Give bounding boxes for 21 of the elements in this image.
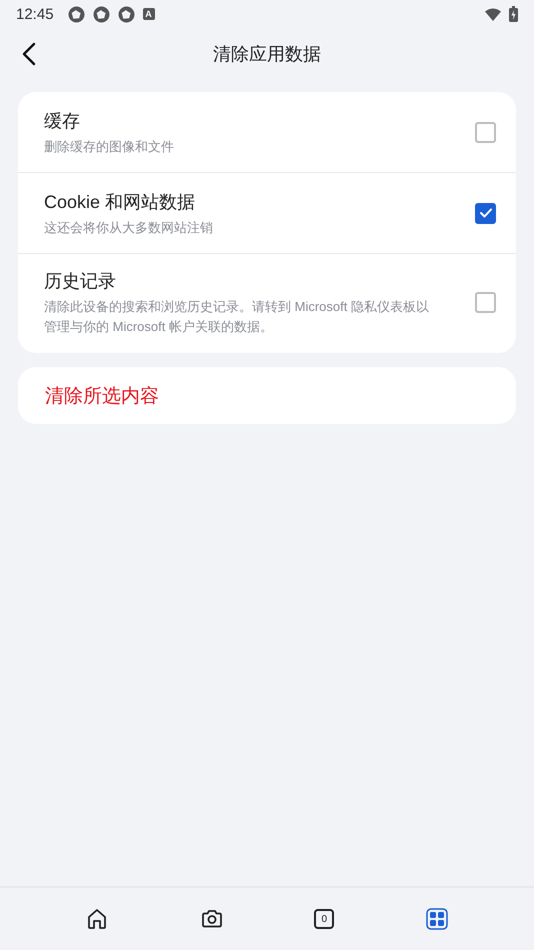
checkbox[interactable] [475,292,496,313]
check-icon [478,207,492,219]
aperture-icon [68,6,85,22]
aperture-icon [92,6,110,22]
option-description: 这还会将你从大多数网站注销 [44,218,214,236]
tabs-count-button[interactable]: 0 [314,909,334,929]
option-description: 删除缓存的图像和文件 [44,138,175,156]
checkbox[interactable] [475,202,496,224]
page-title: 清除应用数据 [212,43,322,66]
aperture-icon [118,6,135,22]
apps-grid-icon[interactable] [424,907,449,931]
clear-selected-button[interactable]: 清除所选内容 [18,367,516,424]
checkbox[interactable] [475,122,496,142]
notification-badge: A [142,8,155,20]
option-title: 历史记录 [44,270,117,293]
battery-charging-icon [509,6,518,22]
wifi-icon [485,8,501,20]
option-title: Cookie 和网站数据 [44,190,196,214]
option-description: 清除此设备的搜索和浏览历史记录。请转到 Microsoft 隐私仪表板以管理与你的 Microsoft 帐户关联的数据。 [44,298,430,336]
status-time: 12:45 [16,6,54,22]
option-title: 缓存 [44,110,81,132]
